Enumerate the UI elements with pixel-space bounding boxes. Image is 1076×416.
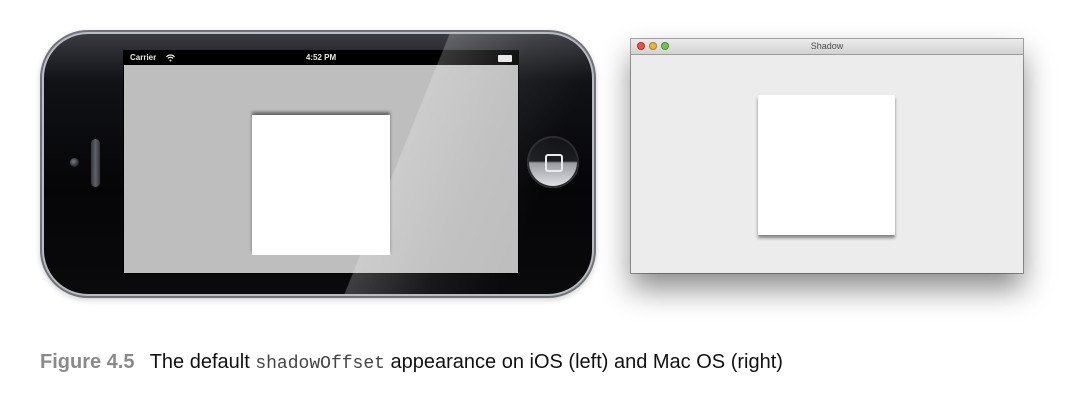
home-button[interactable] [527,136,579,188]
mac-title-bar[interactable]: Shadow [631,39,1023,55]
earpiece-speaker [90,138,101,188]
mac-view [631,55,1023,273]
caption-text-before: The default [149,351,250,373]
window-title: Shadow [810,41,844,51]
status-time: 4:52 PM [305,53,337,62]
iphone-device: Carrier 4:52 PM [44,34,592,294]
mac-window: Shadow [631,39,1023,273]
ios-status-bar: Carrier 4:52 PM [124,51,518,65]
iphone-screen: Carrier 4:52 PM [124,51,518,273]
ios-view [124,65,518,273]
home-square-icon [545,154,563,172]
figure-label: Figure 4.5 [40,351,135,373]
front-camera-icon [70,158,79,167]
shadow-layer [758,95,895,235]
battery-icon [498,55,512,62]
caption-code: shadowOffset [255,354,385,374]
figure-caption: Figure 4.5 The default shadowOffset appe… [40,349,1040,377]
caption-text-after: appearance on iOS (left) and Mac OS (rig… [390,351,783,373]
shadow-layer [252,115,390,255]
